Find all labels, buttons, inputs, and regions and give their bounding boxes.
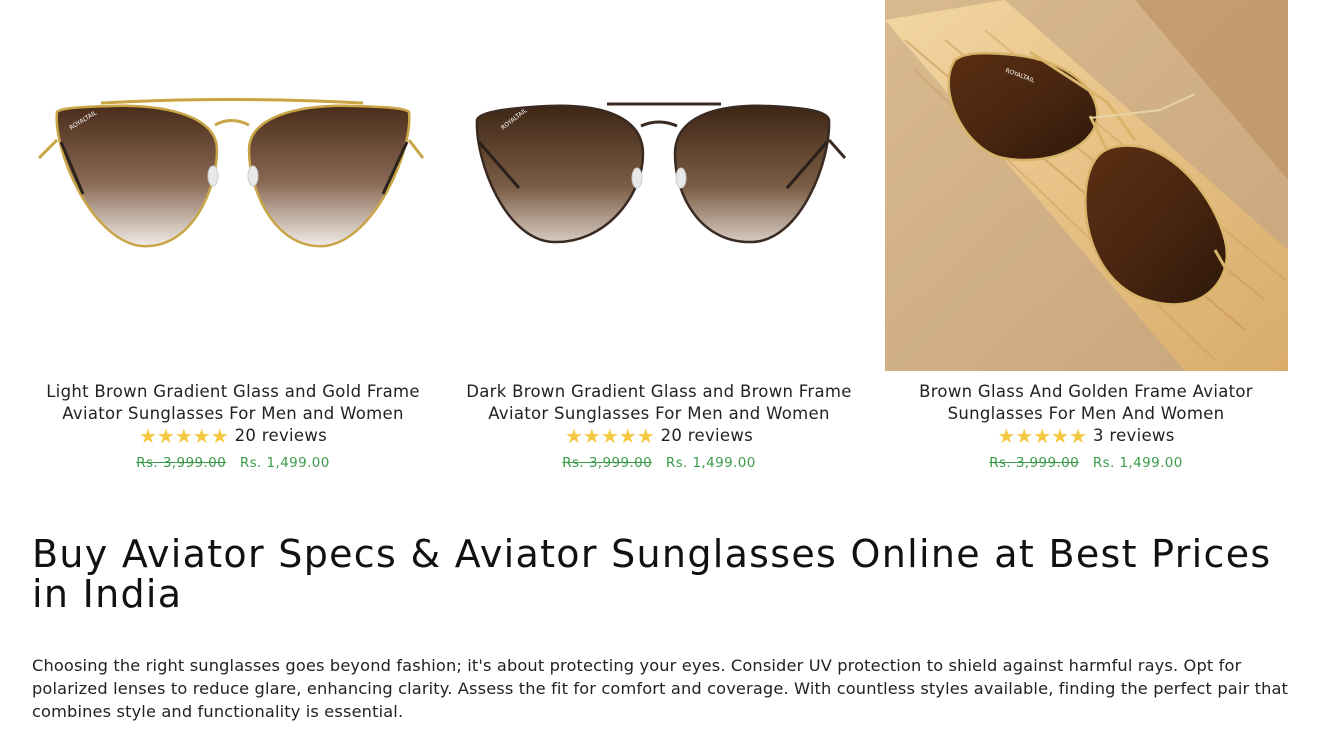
sale-price: Rs. 1,499.00	[239, 455, 330, 471]
product-card[interactable]: ROYALTAIL Brown Glass And Golden Frame A…	[884, 0, 1288, 490]
review-count[interactable]: 20 reviews	[661, 425, 753, 447]
page-heading: Buy Aviator Specs & Aviator Sunglasses O…	[32, 532, 1272, 616]
review-count[interactable]: 3 reviews	[1093, 425, 1175, 447]
compare-at-price: Rs. 3,999.00	[989, 455, 1080, 471]
star-rating-icon: ★★★★★	[565, 425, 655, 447]
sale-price: Rs. 1,499.00	[665, 455, 756, 471]
price-row: Rs. 3,999.00 Rs. 1,499.00	[457, 454, 861, 472]
product-rating: ★★★★★ 3 reviews	[884, 425, 1288, 447]
golden-frame-aviator-lifestyle-image: ROYALTAIL	[885, 0, 1288, 371]
star-icon: ★★★★★	[997, 424, 1088, 448]
page-description: Choosing the right sunglasses goes beyon…	[32, 656, 1289, 721]
review-count[interactable]: 20 reviews	[235, 425, 327, 447]
product-image-golden-aviator-lifestyle[interactable]: ROYALTAIL	[885, 0, 1288, 371]
star-rating-icon: ★★★★★	[139, 425, 229, 447]
product-image-brown-aviator[interactable]: ROYALTAIL	[457, 0, 861, 371]
product-card[interactable]: ROYALTAIL Dark Brown Gradient Glass and …	[457, 0, 861, 490]
product-rating: ★★★★★ 20 reviews	[31, 425, 435, 447]
sale-price: Rs. 1,499.00	[1092, 455, 1183, 471]
gold-frame-aviator-image: ROYALTAIL	[37, 98, 425, 248]
compare-at-price: Rs. 3,999.00	[562, 455, 653, 471]
star-rating-icon: ★★★★★	[997, 425, 1087, 447]
star-icon: ★★★★★	[138, 424, 229, 448]
product-title[interactable]: Brown Glass And Golden Frame Aviator Sun…	[884, 381, 1288, 425]
product-grid: ROYALTAIL Light Brown Gradient Glass and…	[0, 0, 1325, 490]
product-title[interactable]: Dark Brown Gradient Glass and Brown Fram…	[457, 381, 861, 425]
product-card[interactable]: ROYALTAIL Light Brown Gradient Glass and…	[31, 0, 435, 490]
compare-at-price: Rs. 3,999.00	[136, 455, 227, 471]
product-image-gold-aviator[interactable]: ROYALTAIL	[31, 0, 435, 371]
price-row: Rs. 3,999.00 Rs. 1,499.00	[884, 454, 1288, 472]
brown-frame-aviator-image: ROYALTAIL	[475, 102, 847, 244]
product-rating: ★★★★★ 20 reviews	[457, 425, 861, 447]
price-row: Rs. 3,999.00 Rs. 1,499.00	[31, 454, 435, 472]
star-icon: ★★★★★	[564, 424, 655, 448]
product-title[interactable]: Light Brown Gradient Glass and Gold Fram…	[31, 381, 435, 425]
